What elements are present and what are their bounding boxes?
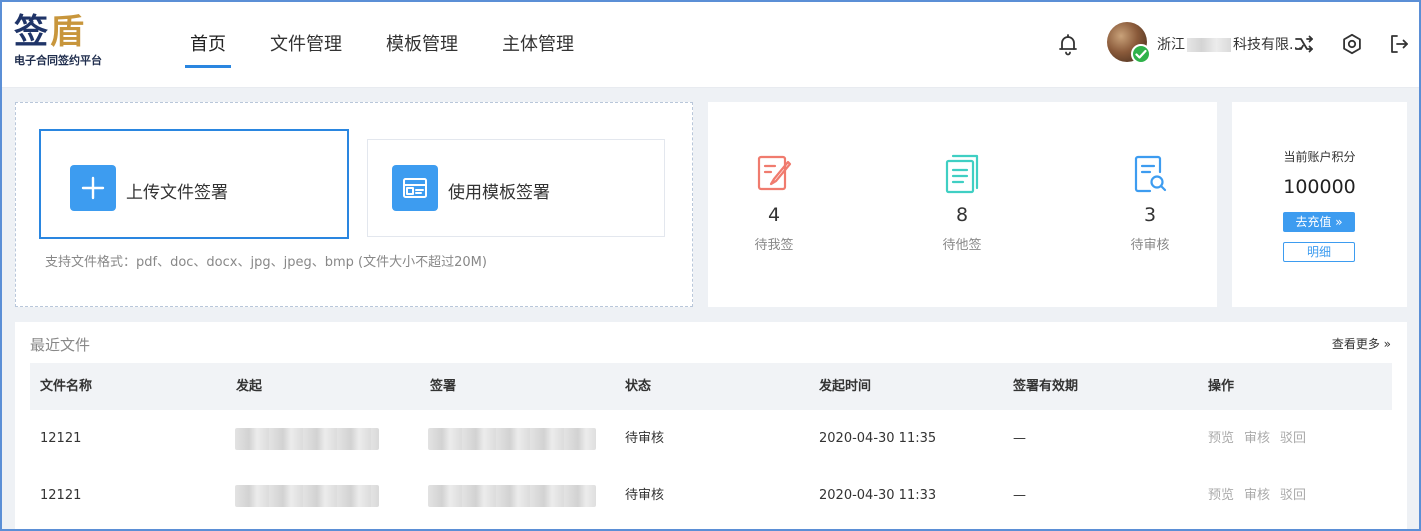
column-header: 文件名称 — [40, 379, 93, 394]
actions-cell: 预览 审核 驳回 — [1208, 467, 1316, 524]
top-header: 签盾 电子合同签约平台 首页 文件管理 模板管理 主体管理 浙江 科技有限... — [0, 0, 1421, 88]
stat-label: 待我签 — [754, 238, 794, 253]
bell-icon[interactable] — [1056, 32, 1080, 56]
redacted-text — [1187, 38, 1231, 52]
stat-pending-review[interactable]: 3 待审核 — [1090, 152, 1210, 253]
file-name-cell[interactable]: 12121 — [40, 410, 81, 467]
stat-pending-others-sign[interactable]: 8 待他签 — [902, 152, 1022, 253]
logo-subtitle: 电子合同签约平台 — [14, 54, 102, 67]
view-more-link[interactable]: 查看更多 » — [1332, 335, 1391, 352]
status-cell: 待审核 — [625, 488, 665, 503]
sign-stats-panel: 4 待我签 8 待他签 3 待审核 — [708, 102, 1217, 307]
stat-value: 4 — [767, 204, 781, 226]
points-value: 100000 — [1283, 176, 1356, 198]
upload-format-hint: 支持文件格式：pdf、doc、docx、jpg、jpeg、bmp (文件大小不超… — [45, 255, 487, 270]
plus-icon — [70, 165, 116, 211]
validity-cell: — — [1013, 431, 1026, 446]
reject-link[interactable]: 驳回 — [1280, 488, 1306, 503]
column-header: 签署 — [430, 379, 457, 394]
logo-mark: 签盾 — [14, 12, 86, 52]
recent-files-title: 最近文件 — [30, 336, 91, 354]
table-row: 12121 待审核 2020-04-30 11:33 — 预览 审核 驳回 — [30, 467, 1392, 524]
template-icon — [392, 165, 438, 211]
stat-label: 待审核 — [1130, 238, 1170, 253]
redacted-initiator — [235, 485, 379, 507]
column-header: 操作 — [1208, 379, 1235, 394]
nav-template-management[interactable]: 模板管理 — [364, 0, 480, 88]
table-row: 12121 待审核 2020-04-30 11:35 — 预览 审核 驳回 — [30, 410, 1392, 467]
time-cell: 2020-04-30 11:33 — [819, 488, 937, 503]
redacted-initiator — [235, 428, 379, 450]
file-name-cell[interactable]: 12121 — [40, 467, 81, 524]
nav-file-management[interactable]: 文件管理 — [248, 0, 364, 88]
nav-entity-management[interactable]: 主体管理 — [480, 0, 596, 88]
review-link[interactable]: 审核 — [1244, 431, 1270, 446]
logout-icon[interactable] — [1387, 32, 1411, 56]
column-header: 发起时间 — [819, 379, 872, 394]
stat-value: 8 — [955, 204, 969, 226]
column-header: 签署有效期 — [1013, 379, 1079, 394]
status-cell: 待审核 — [625, 431, 665, 446]
redacted-signers — [428, 485, 596, 507]
template-sign-label: 使用模板签署 — [448, 183, 550, 203]
company-name[interactable]: 浙江 科技有限... — [1157, 34, 1302, 54]
reject-link[interactable]: 驳回 — [1280, 431, 1306, 446]
validity-cell: — — [1013, 488, 1026, 503]
documents-stack-icon — [942, 152, 982, 196]
edit-document-icon — [754, 152, 794, 196]
switch-icon[interactable] — [1292, 32, 1316, 56]
preview-link[interactable]: 预览 — [1208, 488, 1234, 503]
upload-panel: 上传文件签署 使用模板签署 支持文件格式：pdf、doc、docx、jpg、jp… — [15, 102, 693, 307]
points-detail-button[interactable]: 明细 — [1283, 242, 1355, 262]
verified-check-icon — [1131, 44, 1151, 64]
settings-icon[interactable] — [1340, 32, 1364, 56]
table-header: 文件名称 发起 签署 状态 发起时间 签署有效期 操作 — [30, 363, 1392, 410]
stat-value: 3 — [1143, 204, 1157, 226]
template-sign-button[interactable]: 使用模板签署 — [367, 139, 665, 237]
logo[interactable]: 签盾 电子合同签约平台 — [14, 12, 124, 68]
redacted-signers — [428, 428, 596, 450]
upload-file-sign-button[interactable]: 上传文件签署 — [39, 129, 349, 239]
time-cell: 2020-04-30 11:35 — [819, 431, 937, 446]
column-header: 发起 — [236, 379, 263, 394]
stat-pending-my-sign[interactable]: 4 待我签 — [714, 152, 834, 253]
nav-home[interactable]: 首页 — [168, 0, 248, 88]
upload-file-sign-label: 上传文件签署 — [126, 183, 228, 203]
review-link[interactable]: 审核 — [1244, 488, 1270, 503]
preview-link[interactable]: 预览 — [1208, 431, 1234, 446]
recent-files-panel: 最近文件 查看更多 » 文件名称 发起 签署 状态 发起时间 签署有效期 操作 … — [15, 322, 1407, 531]
column-header: 状态 — [625, 379, 652, 394]
stat-label: 待他签 — [942, 238, 982, 253]
document-search-icon — [1130, 152, 1170, 196]
points-panel: 当前账户积分 100000 去充值 » 明细 — [1232, 102, 1407, 307]
points-title: 当前账户积分 — [1283, 150, 1356, 164]
actions-cell: 预览 审核 驳回 — [1208, 410, 1316, 467]
main-nav: 首页 文件管理 模板管理 主体管理 — [168, 0, 596, 88]
recharge-button[interactable]: 去充值 » — [1283, 212, 1355, 232]
